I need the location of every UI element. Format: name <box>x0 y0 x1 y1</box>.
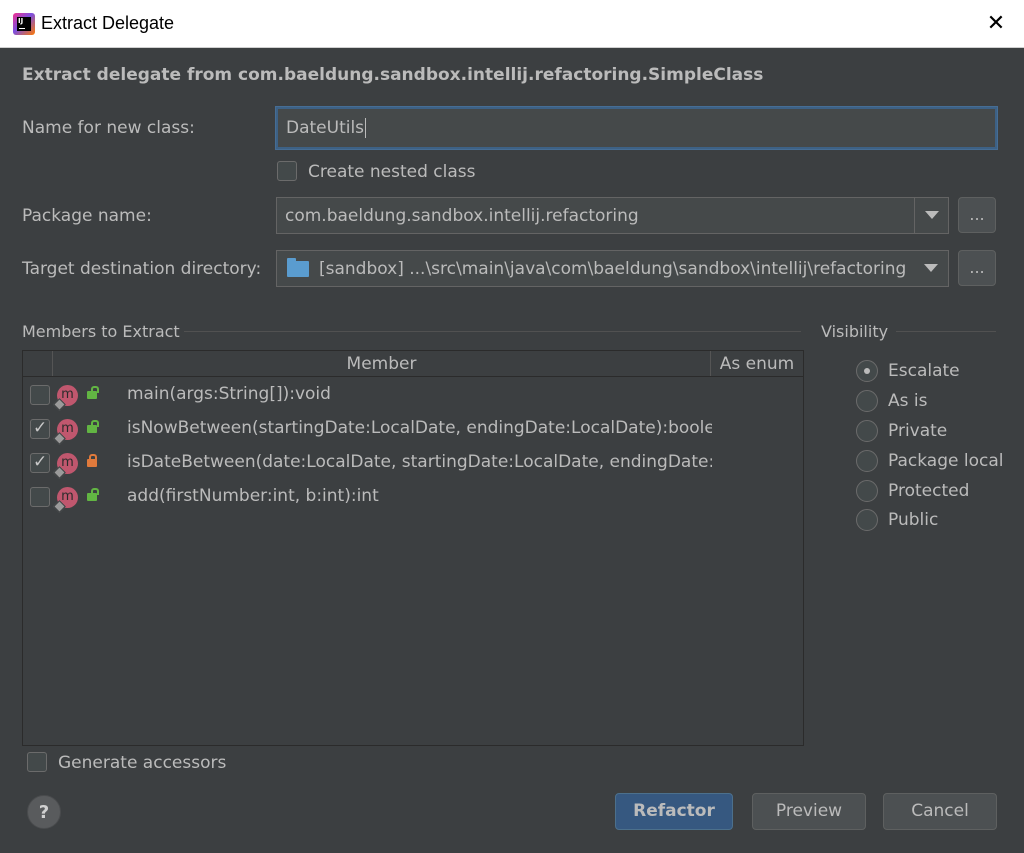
visibility-public-label[interactable]: Public <box>888 510 938 530</box>
member-signature: isDateBetween(date:LocalDate, startingDa… <box>127 452 712 472</box>
method-icon: m <box>57 419 78 440</box>
visibility-protected-radio[interactable] <box>856 480 878 502</box>
target-dir-browse-button[interactable]: ... <box>958 250 996 286</box>
method-icon: m <box>57 385 78 406</box>
name-label: Name for new class: <box>22 118 195 138</box>
member-checkbox[interactable] <box>30 487 50 507</box>
generate-accessors-label[interactable]: Generate accessors <box>58 753 226 773</box>
visibility-package-local-radio[interactable] <box>856 450 878 472</box>
cancel-button[interactable]: Cancel <box>883 793 997 830</box>
generate-accessors-checkbox[interactable] <box>27 752 47 772</box>
public-lock-icon <box>87 420 99 433</box>
visibility-package-local-label[interactable]: Package local <box>888 451 1003 471</box>
table-row[interactable]: m isNowBetween(startingDate:LocalDate, e… <box>23 412 803 446</box>
member-signature: add(firstNumber:int, b:int):int <box>127 486 379 506</box>
table-row[interactable]: m add(firstNumber:int, b:int):int <box>23 480 803 514</box>
window-title: Extract Delegate <box>41 13 175 33</box>
refactor-button[interactable]: Refactor <box>615 793 733 830</box>
members-table[interactable]: Member As enum m main(args:String[]):voi… <box>22 350 804 746</box>
members-table-header: Member As enum <box>23 351 803 377</box>
members-section-divider <box>184 331 801 332</box>
target-dir-dropdown-arrow-icon[interactable] <box>914 251 948 286</box>
package-label: Package name: <box>22 206 152 226</box>
visibility-private-radio[interactable] <box>856 420 878 442</box>
table-row[interactable]: m main(args:String[]):void <box>23 378 803 412</box>
visibility-protected-label[interactable]: Protected <box>888 481 969 501</box>
class-name-input[interactable]: DateUtils <box>276 107 997 149</box>
visibility-escalate-radio[interactable] <box>856 360 878 382</box>
create-nested-class-label: Create nested class <box>308 162 476 182</box>
member-signature: main(args:String[]):void <box>127 384 331 404</box>
target-dir-value: [sandbox] ...\src\main\java\com\baeldung… <box>319 259 907 279</box>
package-value: com.baeldung.sandbox.intellij.refactorin… <box>285 206 639 226</box>
folder-icon <box>287 258 309 277</box>
preview-button[interactable]: Preview <box>752 793 866 830</box>
visibility-escalate-label[interactable]: Escalate <box>888 361 960 381</box>
visibility-public-radio[interactable] <box>856 509 878 531</box>
members-section-title: Members to Extract <box>22 322 180 341</box>
package-dropdown-arrow-icon[interactable] <box>914 198 948 233</box>
public-lock-icon <box>87 386 99 399</box>
intellij-app-icon: IJ <box>13 13 35 35</box>
member-checkbox[interactable] <box>30 418 50 439</box>
help-button[interactable]: ? <box>27 795 61 829</box>
table-row[interactable]: m isDateBetween(date:LocalDate, starting… <box>23 446 803 480</box>
method-icon: m <box>57 487 78 508</box>
target-dir-label: Target destination directory: <box>22 259 262 279</box>
window-titlebar: IJ Extract Delegate ✕ <box>0 0 1024 48</box>
class-name-value: DateUtils <box>286 118 365 138</box>
as-enum-column-header[interactable]: As enum <box>711 351 803 376</box>
text-caret <box>365 118 367 138</box>
target-dir-combo[interactable]: [sandbox] ...\src\main\java\com\baeldung… <box>276 250 949 287</box>
dialog-heading: Extract delegate from com.baeldung.sandb… <box>22 65 764 85</box>
close-icon[interactable]: ✕ <box>982 10 1010 38</box>
method-icon: m <box>57 453 78 474</box>
member-checkbox[interactable] <box>30 452 50 473</box>
visibility-section-divider <box>896 331 996 332</box>
private-lock-icon <box>87 454 97 467</box>
member-column-header[interactable]: Member <box>53 351 711 376</box>
create-nested-class-checkbox[interactable] <box>277 161 297 181</box>
public-lock-icon <box>87 488 99 501</box>
visibility-private-label[interactable]: Private <box>888 421 947 441</box>
visibility-as-is-label[interactable]: As is <box>888 391 927 411</box>
member-signature: isNowBetween(startingDate:LocalDate, end… <box>127 418 712 438</box>
checkbox-column-header[interactable] <box>23 351 53 376</box>
package-combo[interactable]: com.baeldung.sandbox.intellij.refactorin… <box>276 197 949 234</box>
visibility-section-title: Visibility <box>821 322 889 341</box>
package-browse-button[interactable]: ... <box>958 197 996 233</box>
member-checkbox[interactable] <box>30 385 50 405</box>
visibility-as-is-radio[interactable] <box>856 390 878 412</box>
